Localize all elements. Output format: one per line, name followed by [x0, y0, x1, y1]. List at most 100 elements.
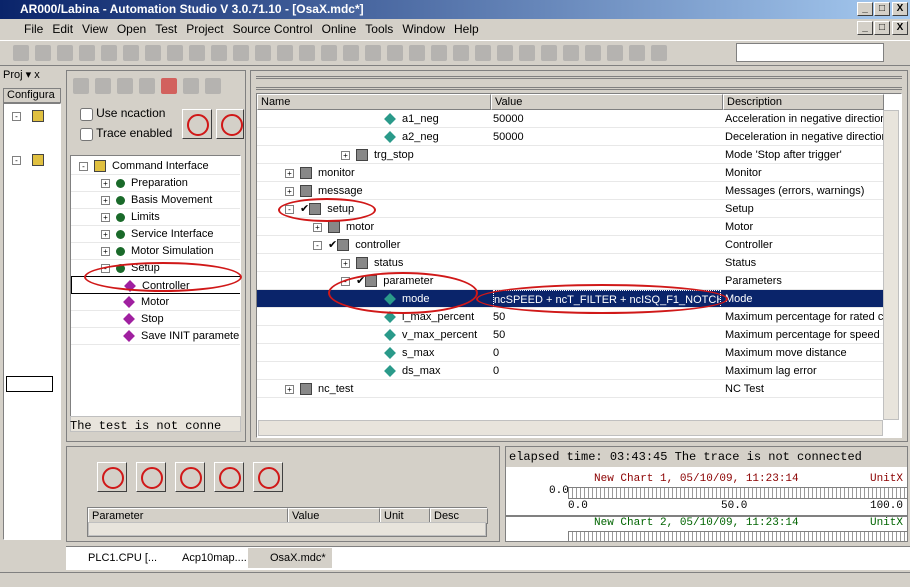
- tree-edit-box[interactable]: [6, 376, 53, 392]
- value-cell[interactable]: 0: [493, 344, 721, 362]
- watch-table[interactable]: Parameter Value Unit Desc: [87, 507, 488, 537]
- expand-icon[interactable]: +: [285, 384, 294, 394]
- toolbar-button[interactable]: [277, 45, 293, 61]
- expand-icon[interactable]: +: [341, 258, 350, 268]
- expand-icon[interactable]: -: [313, 240, 322, 250]
- tab-osax-mdc[interactable]: OsaX.mdc*: [248, 548, 332, 568]
- value-cell[interactable]: 50000: [493, 128, 721, 146]
- toolbar-button[interactable]: [57, 45, 73, 61]
- column-header-name[interactable]: Name: [257, 94, 491, 110]
- table-hscrollbar[interactable]: [258, 420, 883, 436]
- toolbar-button[interactable]: [321, 45, 337, 61]
- disabled-command-button[interactable]: [175, 462, 205, 492]
- expand-icon[interactable]: -: [79, 161, 88, 171]
- value-cell[interactable]: 50: [493, 326, 721, 344]
- disabled-command-button[interactable]: [214, 462, 244, 492]
- expand-icon[interactable]: +: [101, 178, 110, 188]
- toolbar-button[interactable]: [453, 45, 469, 61]
- expand-icon[interactable]: +: [313, 222, 322, 232]
- toolbar-button[interactable]: [299, 45, 315, 61]
- doc-close-button[interactable]: X: [892, 21, 908, 35]
- tab-plc1-cpu[interactable]: PLC1.CPU [...: [66, 548, 163, 568]
- table-row[interactable]: - ✔ controller Controller: [257, 236, 884, 254]
- watch-hscrollbar[interactable]: [88, 522, 486, 536]
- command-tree-item[interactable]: Stop: [71, 310, 240, 328]
- expand-icon[interactable]: +: [101, 246, 110, 256]
- toolbar-button[interactable]: [409, 45, 425, 61]
- expand-icon[interactable]: +: [101, 212, 110, 222]
- toolbar-button[interactable]: [519, 45, 535, 61]
- menu-online[interactable]: Online: [322, 22, 357, 36]
- toolbar-button[interactable]: [211, 45, 227, 61]
- toolbar-button[interactable]: [607, 45, 623, 61]
- tab-configuration[interactable]: Configura: [3, 88, 61, 103]
- toolbar-button[interactable]: [629, 45, 645, 61]
- toolbar-button[interactable]: [541, 45, 557, 61]
- value-cell[interactable]: 50000: [493, 110, 721, 128]
- column-header-value[interactable]: Value: [491, 94, 723, 110]
- table-row[interactable]: + message Messages (errors, warnings): [257, 182, 884, 200]
- project-tree[interactable]: - -: [3, 103, 61, 540]
- table-row[interactable]: s_max 0 Maximum move distance: [257, 344, 884, 362]
- menu-project[interactable]: Project: [186, 22, 223, 36]
- disabled-command-button[interactable]: [253, 462, 283, 492]
- toolbar-button[interactable]: [189, 45, 205, 61]
- toolbar-button[interactable]: [343, 45, 359, 61]
- toolbar-button[interactable]: [431, 45, 447, 61]
- toolbar-button[interactable]: [387, 45, 403, 61]
- trace-enabled-checkbox[interactable]: Trace enabled: [80, 126, 172, 141]
- maximize-button[interactable]: □: [874, 2, 890, 16]
- toolbar-button[interactable]: [35, 45, 51, 61]
- toolbar-button[interactable]: [79, 45, 95, 61]
- expand-icon[interactable]: +: [101, 195, 110, 205]
- minimize-button[interactable]: _: [857, 2, 873, 16]
- command-tree-item[interactable]: Save INIT paramete: [71, 327, 240, 345]
- value-cell[interactable]: 0: [493, 362, 721, 380]
- disabled-command-button[interactable]: [182, 109, 212, 139]
- toolbar-button[interactable]: [167, 45, 183, 61]
- toolbar-button[interactable]: [497, 45, 513, 61]
- doc-minimize-button[interactable]: _: [857, 21, 873, 35]
- toolbar-button[interactable]: [13, 45, 29, 61]
- expand-icon[interactable]: +: [285, 186, 294, 196]
- menu-open[interactable]: Open: [117, 22, 146, 36]
- toolbar-button[interactable]: [585, 45, 601, 61]
- command-tree-item[interactable]: + Basis Movement: [71, 191, 240, 209]
- toolbar-button[interactable]: [651, 45, 667, 61]
- command-tree-item[interactable]: + Preparation: [71, 174, 240, 192]
- menu-edit[interactable]: Edit: [52, 22, 73, 36]
- command-tree-item[interactable]: - Command Interface: [71, 157, 240, 175]
- use-ncaction-checkbox[interactable]: Use ncaction: [80, 106, 165, 121]
- toolbar-button[interactable]: [255, 45, 271, 61]
- expand-icon[interactable]: +: [341, 150, 350, 160]
- toolbar-button[interactable]: [145, 45, 161, 61]
- parameter-table[interactable]: Name Value Description a1_neg 50000 Accelerat…: [256, 93, 902, 438]
- disabled-command-button[interactable]: [97, 462, 127, 492]
- table-row[interactable]: + monitor Monitor: [257, 164, 884, 182]
- menu-help[interactable]: Help: [454, 22, 479, 36]
- menu-window[interactable]: Window: [402, 22, 445, 36]
- close-button[interactable]: X: [892, 2, 908, 16]
- toolbar-button[interactable]: [475, 45, 491, 61]
- toolbar-button[interactable]: [123, 45, 139, 61]
- disabled-command-button[interactable]: [216, 109, 244, 139]
- toolbar-button[interactable]: [563, 45, 579, 61]
- table-row[interactable]: a1_neg 50000 Acceleration in negative dire…: [257, 110, 884, 128]
- tab-acp10map[interactable]: Acp10map....: [160, 548, 253, 568]
- toolbar-combo[interactable]: [736, 43, 884, 62]
- menu-test[interactable]: Test: [155, 22, 177, 36]
- table-row[interactable]: + nc_test NC Test: [257, 380, 884, 398]
- column-header-description[interactable]: Description: [723, 94, 884, 110]
- table-row[interactable]: + motor Motor: [257, 218, 884, 236]
- toolbar-button[interactable]: [101, 45, 117, 61]
- menu-source-control[interactable]: Source Control: [233, 22, 313, 36]
- menu-file[interactable]: File: [24, 22, 43, 36]
- expand-icon[interactable]: +: [285, 168, 294, 178]
- table-row[interactable]: + trg_stop Mode 'Stop after trigger': [257, 146, 884, 164]
- disabled-command-button[interactable]: [136, 462, 166, 492]
- toolbar-button[interactable]: [233, 45, 249, 61]
- expand-icon[interactable]: +: [101, 229, 110, 239]
- menu-tools[interactable]: Tools: [365, 22, 393, 36]
- command-tree-item[interactable]: + Service Interface: [71, 225, 240, 243]
- table-row[interactable]: a2_neg 50000 Deceleration in negative dire…: [257, 128, 884, 146]
